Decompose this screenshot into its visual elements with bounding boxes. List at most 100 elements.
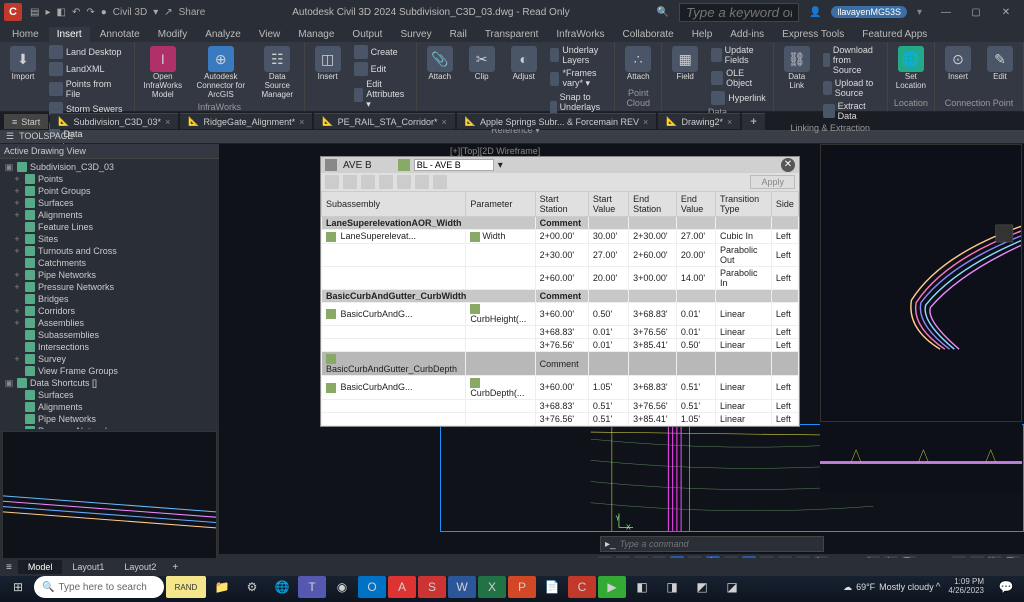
help-search-input[interactable] — [679, 3, 799, 22]
tree-item[interactable]: Intersections — [0, 341, 219, 353]
user-badge[interactable]: llavayenMG53S — [831, 6, 907, 18]
tb-app-explorer[interactable]: 📁 — [208, 576, 236, 598]
adjust-button[interactable]: ◐Adjust — [505, 44, 543, 84]
layout-tab[interactable]: Model — [18, 560, 63, 574]
qat-save-icon[interactable]: ◧ — [56, 7, 65, 18]
tb-app-misc4[interactable]: ◪ — [718, 576, 746, 598]
table-cell[interactable]: 0.51' — [588, 399, 628, 412]
table-row[interactable]: BasicCurbAndG...CurbHeight(...3+60.00'0.… — [322, 302, 799, 326]
table-cell[interactable]: 1.05' — [676, 412, 715, 425]
table-cell[interactable]: Cubic In — [716, 230, 772, 244]
table-cell[interactable] — [466, 399, 535, 412]
table-cell[interactable]: 20.00' — [588, 266, 628, 289]
table-cell[interactable]: LaneSuperelevat... — [322, 230, 466, 244]
table-cell[interactable]: 0.51' — [676, 375, 715, 399]
drawing-tab[interactable]: 📐 PE_RAIL_STA_Corridor* × — [314, 113, 454, 129]
table-cell[interactable]: 3+60.00' — [535, 302, 588, 326]
ribbon-item[interactable]: Points from File — [46, 78, 130, 100]
ribbon-item[interactable]: Edit Attributes ▾ — [351, 78, 412, 111]
layout-menu-icon[interactable]: ≡ — [0, 562, 18, 573]
table-cell[interactable] — [588, 289, 628, 302]
table-cell[interactable]: Left — [771, 375, 798, 399]
command-line[interactable]: ▸_ — [600, 536, 824, 552]
arcgis-connector-button[interactable]: ⊕Autodesk Connector for ArcGIS — [191, 44, 251, 101]
table-cell[interactable] — [676, 352, 715, 376]
qat-share-icon[interactable]: ↗ — [164, 7, 172, 18]
table-cell[interactable]: Width — [466, 230, 535, 244]
table-cell[interactable]: 2+60.00' — [535, 266, 588, 289]
ribbon-tab-annotate[interactable]: Annotate — [92, 27, 148, 42]
ribbon-item[interactable]: Hyperlink — [708, 90, 769, 106]
datalink-button[interactable]: ⛓Data Link — [778, 44, 816, 93]
tree-item[interactable]: +Surfaces — [0, 197, 219, 209]
table-cell[interactable] — [322, 326, 466, 339]
ribbon-tab-survey[interactable]: Survey — [392, 27, 439, 42]
panorama-header[interactable]: AVE B ▾ ✕ — [321, 157, 799, 173]
column-header[interactable]: Subassembly — [322, 192, 466, 217]
table-cell[interactable] — [322, 339, 466, 352]
panorama-palette[interactable]: AVE B ▾ ✕ Apply SubassemblyParamete — [320, 156, 800, 427]
tree-item[interactable]: +Pipe Networks — [0, 269, 219, 281]
ribbon-item[interactable]: LandXML — [46, 61, 130, 77]
ribbon-item[interactable]: Edit — [351, 61, 412, 77]
tb-app-teams[interactable]: T — [298, 576, 326, 598]
qat-dropdown-icon[interactable]: ▾ — [153, 7, 158, 18]
tb-app-camtasia[interactable]: ▶ — [598, 576, 626, 598]
tree-item[interactable]: +Points — [0, 173, 219, 185]
drawing-tab[interactable]: 📐 RidgeGate_Alignment* × — [180, 113, 312, 129]
pointcloud-attach-button[interactable]: ∴Attach — [619, 44, 657, 84]
tree-item[interactable]: +Pressure Networks — [0, 281, 219, 293]
column-header[interactable]: Start Value — [588, 192, 628, 217]
tree-item[interactable]: Bridges — [0, 293, 219, 305]
table-cell[interactable]: Linear — [716, 375, 772, 399]
command-input[interactable] — [620, 539, 819, 549]
search-icon[interactable]: 🔍 — [657, 7, 669, 18]
table-cell[interactable]: 3+85.41' — [629, 412, 677, 425]
pano-align-icon[interactable] — [398, 159, 410, 171]
cp-edit-button[interactable]: ✎Edit — [981, 44, 1019, 84]
table-cell[interactable]: Parabolic Out — [716, 243, 772, 266]
table-cell[interactable]: 3+85.41' — [629, 339, 677, 352]
apply-button[interactable]: Apply — [750, 175, 795, 189]
ribbon-tab-collaborate[interactable]: Collaborate — [615, 27, 682, 42]
drawing-tab[interactable]: 📐 Apple Springs Subr... & Forcemain REV … — [457, 113, 657, 129]
table-cell[interactable]: Left — [771, 243, 798, 266]
tb-app-civil[interactable]: C — [568, 576, 596, 598]
table-cell[interactable]: Linear — [716, 339, 772, 352]
close-button[interactable]: ✕ — [992, 3, 1020, 21]
table-cell[interactable] — [676, 217, 715, 230]
table-cell[interactable]: Linear — [716, 399, 772, 412]
table-cell[interactable]: CurbHeight(... — [466, 302, 535, 326]
table-cell[interactable] — [771, 289, 798, 302]
ribbon-tab-home[interactable]: Home — [4, 27, 47, 42]
tb-app-adobe[interactable]: A — [388, 576, 416, 598]
table-cell[interactable] — [716, 352, 772, 376]
table-cell[interactable]: Left — [771, 399, 798, 412]
cp-insert-button[interactable]: ⊙Insert — [939, 44, 977, 84]
notification-icon[interactable]: 💬 — [992, 576, 1020, 598]
table-cell[interactable]: Comment — [535, 352, 588, 376]
table-cell[interactable]: 2+00.00' — [535, 230, 588, 244]
ribbon-tab-infraworks[interactable]: InfraWorks — [548, 27, 612, 42]
qat-civil-icon[interactable]: ● — [101, 7, 107, 18]
pano-tb-btn[interactable] — [343, 175, 357, 189]
table-cell[interactable]: Linear — [716, 326, 772, 339]
tb-app-edge[interactable]: 🌐 — [268, 576, 296, 598]
table-cell[interactable] — [676, 289, 715, 302]
tree-item[interactable]: Catchments — [0, 257, 219, 269]
table-cell[interactable]: Linear — [716, 302, 772, 326]
table-cell[interactable] — [588, 217, 628, 230]
attach-button[interactable]: 📎Attach — [421, 44, 459, 84]
tree-item[interactable]: ▣Subdivision_C3D_03 — [0, 161, 219, 173]
layout-add-icon[interactable]: + — [166, 562, 184, 573]
ribbon-item[interactable]: Create — [351, 44, 412, 60]
table-cell[interactable] — [466, 352, 535, 376]
ribbon-tab-view[interactable]: View — [251, 27, 289, 42]
weather-widget[interactable]: ☁ 69°F Mostly cloudy — [843, 582, 934, 593]
table-cell[interactable]: 14.00' — [676, 266, 715, 289]
baseline-dropdown[interactable] — [414, 159, 494, 171]
ribbon-item[interactable]: Underlay Layers — [547, 44, 611, 66]
column-header[interactable]: Parameter — [466, 192, 535, 217]
drawing-tab[interactable]: ≡ Start — [4, 114, 48, 129]
prospector-tree[interactable]: ▣Subdivision_C3D_03+Points+Point Groups+… — [0, 159, 219, 429]
